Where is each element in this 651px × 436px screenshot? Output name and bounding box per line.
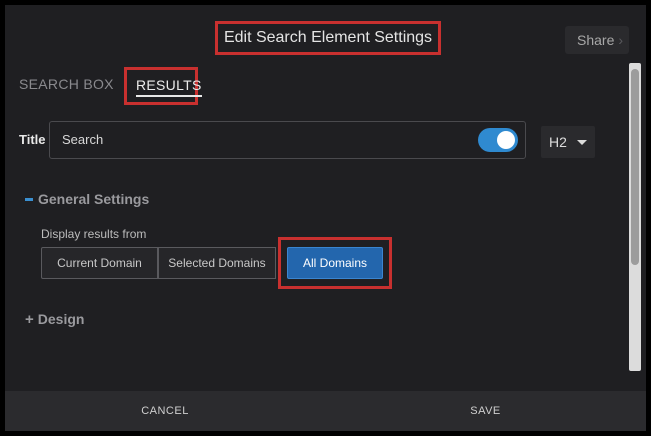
- cancel-button[interactable]: CANCEL: [5, 391, 325, 431]
- toggle-knob: [497, 131, 515, 149]
- dialog-title: Edit Search Element Settings: [215, 21, 441, 55]
- results-tab-highlight: RESULTS: [124, 67, 202, 105]
- general-settings-toggle[interactable]: General Settings: [25, 191, 149, 207]
- share-label: Share: [577, 32, 615, 48]
- scrollbar-track[interactable]: [629, 63, 641, 371]
- title-input[interactable]: Search: [49, 121, 526, 159]
- title-input-value: Search: [62, 132, 104, 147]
- display-results-label: Display results from: [41, 227, 147, 241]
- heading-level-value: H2: [549, 134, 567, 150]
- save-button[interactable]: SAVE: [325, 391, 646, 431]
- heading-level-select[interactable]: H2: [541, 126, 595, 158]
- selected-domains-button[interactable]: Selected Domains: [158, 247, 276, 279]
- current-domain-button[interactable]: Current Domain: [41, 247, 158, 279]
- tab-search-box[interactable]: SEARCH BOX: [19, 75, 114, 93]
- tab-results[interactable]: RESULTS: [136, 76, 202, 97]
- edit-search-dialog: Edit Search Element Settings Share › SEA…: [5, 5, 646, 431]
- general-settings-heading: General Settings: [38, 191, 150, 207]
- plus-icon: +: [25, 311, 34, 328]
- dialog-footer: CANCEL SAVE: [5, 391, 646, 431]
- chevron-right-icon: ›: [618, 32, 623, 48]
- all-domains-highlight: All Domains: [278, 237, 392, 289]
- design-heading: Design: [37, 311, 85, 327]
- scrollbar-thumb[interactable]: [631, 69, 639, 265]
- minus-icon: [25, 197, 33, 201]
- all-domains-button[interactable]: All Domains: [287, 247, 383, 279]
- title-visibility-toggle[interactable]: [478, 128, 518, 152]
- title-label: Title: [19, 132, 46, 147]
- share-button[interactable]: Share ›: [565, 26, 629, 54]
- design-section-toggle[interactable]: + Design: [25, 311, 84, 328]
- caret-down-icon: [577, 140, 587, 145]
